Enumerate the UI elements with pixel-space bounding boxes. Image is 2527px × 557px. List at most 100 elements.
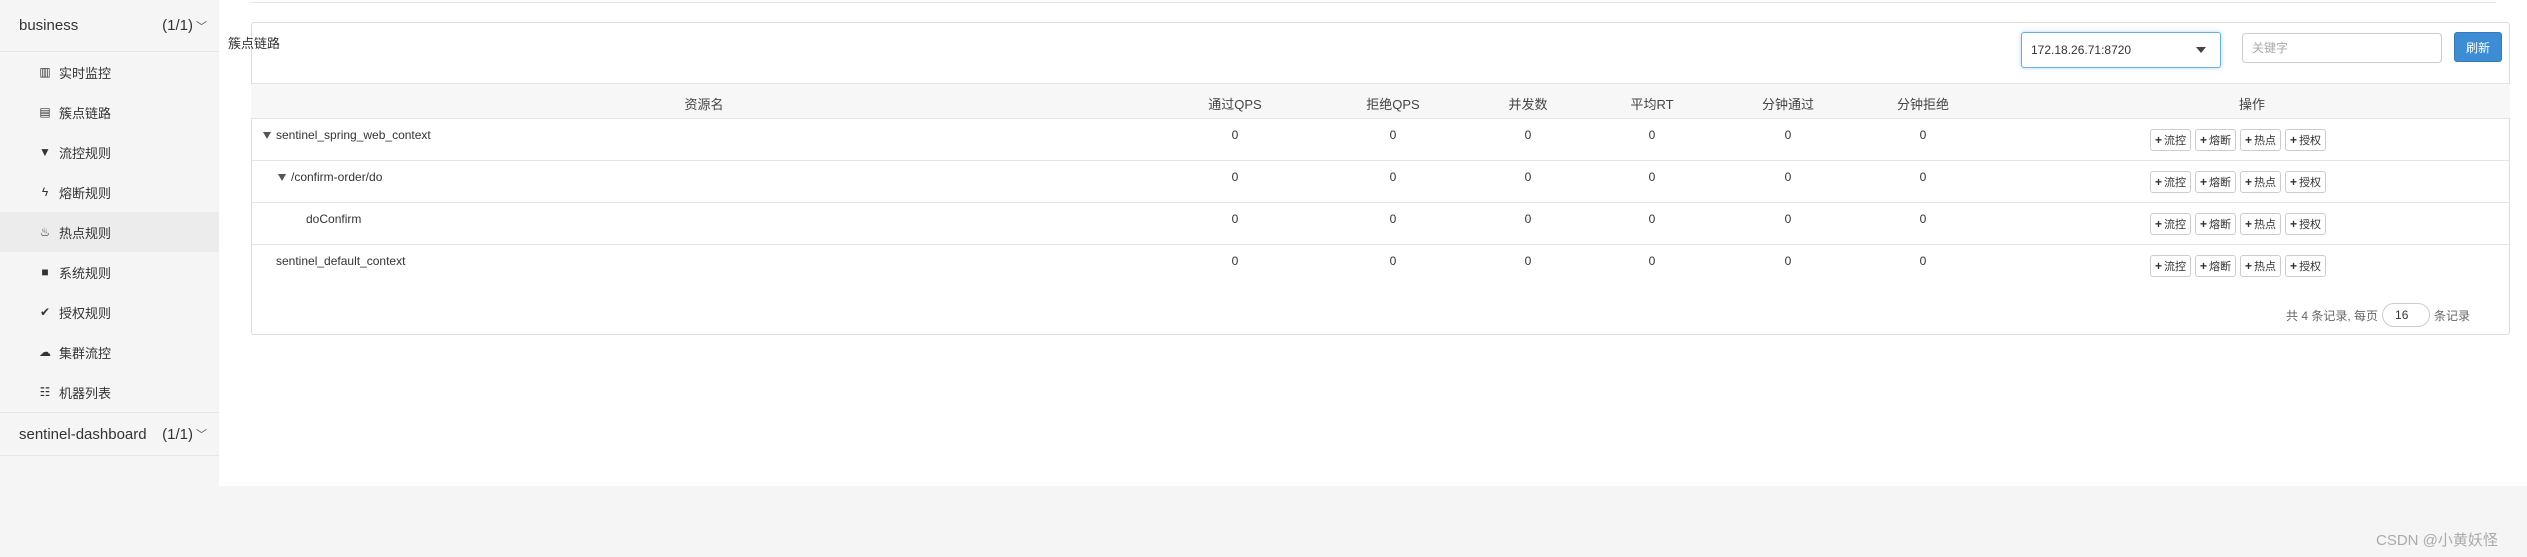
- machine-select[interactable]: 172.18.26.71:8720: [2021, 32, 2221, 68]
- flow-rule-button[interactable]: + 流控: [2150, 255, 2192, 277]
- plus-icon: +: [2200, 133, 2208, 147]
- param-flow-button[interactable]: + 热点: [2240, 213, 2282, 235]
- table-header: 资源名 通过QPS 拒绝QPS 并发数 平均RT 分钟通过 分钟拒绝 操作: [251, 83, 2510, 119]
- sidebar-item-label: 系统规则: [59, 265, 112, 281]
- authority-button[interactable]: + 授权: [2285, 255, 2327, 277]
- authority-button[interactable]: + 授权: [2285, 213, 2327, 235]
- flash-icon: ϟ: [41, 185, 49, 199]
- pager-total: 共 4 条记录, 每页: [2286, 308, 2379, 323]
- pagination: 共 4 条记录, 每页 16 条记录: [2286, 303, 2470, 327]
- degrade-rule-button[interactable]: + 熔断: [2195, 255, 2237, 277]
- authority-button[interactable]: + 授权: [2285, 171, 2327, 193]
- metric-cell: 0: [1784, 170, 1792, 184]
- metric-cell: 0: [1524, 128, 1532, 142]
- resource-name: doConfirm: [306, 212, 362, 226]
- flow-rule-button[interactable]: + 流控: [2150, 129, 2192, 151]
- sidebar-item-7[interactable]: ☁ 集群流控: [0, 332, 219, 372]
- sidebar-item-label: 实时监控: [59, 65, 112, 81]
- op-label: 熔断: [2209, 261, 2232, 273]
- plus-icon: +: [2155, 133, 2163, 147]
- sidebar-item-4[interactable]: ♨ 热点规则: [0, 212, 219, 252]
- resource-name-cell: /confirm-order/do: [278, 170, 382, 184]
- chevron-down-icon: ﹀: [196, 429, 207, 441]
- row-actions: + 流控 + 熔断 + 热点 + 授权: [2150, 129, 2327, 151]
- degrade-rule-button[interactable]: + 熔断: [2195, 129, 2237, 151]
- table-row: sentinel_spring_web_context 0 0 0 0 0 0 + 流控 + 熔断 +…: [251, 119, 2510, 161]
- metric-cell: 0: [1919, 254, 1927, 268]
- chevron-down-icon: ﹀: [196, 20, 207, 33]
- op-label: 热点: [2254, 177, 2277, 189]
- metric-cell: 0: [1648, 170, 1656, 184]
- flow-rule-button[interactable]: + 流控: [2150, 213, 2192, 235]
- app-name: business: [19, 17, 79, 34]
- caret-down-icon: [2196, 47, 2206, 53]
- metric-cell: 0: [1524, 170, 1532, 184]
- flow-rule-button[interactable]: + 流控: [2150, 171, 2192, 193]
- plus-icon: +: [2290, 259, 2298, 273]
- plus-icon: +: [2155, 259, 2163, 273]
- plus-icon: +: [2245, 133, 2253, 147]
- plus-icon: +: [2155, 217, 2163, 231]
- divider: [251, 0, 2496, 3]
- keyword-search-input[interactable]: [2242, 33, 2442, 63]
- expand-toggle-icon[interactable]: [278, 174, 286, 182]
- sidebar-item-2[interactable]: ▼ 流控规则: [0, 132, 219, 172]
- cloud-icon: ☁: [39, 345, 51, 359]
- resource-name: sentinel_spring_web_context: [276, 128, 431, 142]
- page-size-input[interactable]: 16: [2382, 303, 2431, 327]
- expand-toggle-icon[interactable]: [263, 132, 271, 140]
- sidebar-item-6[interactable]: ✔ 授权规则: [0, 292, 219, 332]
- watermark: CSDN @小黄妖怪: [2376, 532, 2498, 549]
- bar-chart-icon: ▥: [39, 65, 51, 79]
- table-row: /confirm-order/do 0 0 0 0 0 0 + 流控 + 熔断 + 热点 + 授权: [251, 161, 2510, 203]
- metric-cell: 0: [1231, 170, 1239, 184]
- metric-cell: 0: [1919, 212, 1927, 226]
- sidebar-item-label: 簇点链路: [59, 105, 112, 121]
- sidebar-item-3[interactable]: ϟ 熔断规则: [0, 172, 219, 212]
- degrade-rule-button[interactable]: + 熔断: [2195, 213, 2237, 235]
- op-label: 流控: [2164, 261, 2187, 273]
- op-label: 热点: [2254, 261, 2277, 273]
- metric-cell: 0: [1231, 254, 1239, 268]
- app-name: sentinel-dashboard: [19, 425, 147, 443]
- op-label: 授权: [2299, 261, 2322, 273]
- sidebar-item-5[interactable]: ■ 系统规则: [0, 252, 219, 292]
- app-item-sentinel-dashboard[interactable]: sentinel-dashboard (1/1) ﹀: [0, 413, 219, 456]
- resource-name: sentinel_default_context: [276, 254, 406, 268]
- col-resource-name: 资源名: [684, 97, 724, 112]
- metric-cell: 0: [1389, 212, 1397, 226]
- metric-cell: 0: [1524, 254, 1532, 268]
- resource-name-cell: sentinel_default_context: [276, 254, 405, 268]
- sidebar-item-label: 授权规则: [59, 305, 112, 321]
- col-avg-rt: 平均RT: [1630, 97, 1674, 112]
- degrade-rule-button[interactable]: + 熔断: [2195, 171, 2237, 193]
- machine-select-value: 172.18.26.71:8720: [2031, 43, 2132, 57]
- param-flow-button[interactable]: + 热点: [2240, 129, 2282, 151]
- param-flow-button[interactable]: + 热点: [2240, 171, 2282, 193]
- app-item-business[interactable]: business (1/1) ﹀: [0, 0, 219, 52]
- col-minute-block: 分钟拒绝: [1896, 97, 1950, 112]
- app-count: (1/1): [162, 17, 193, 34]
- plus-icon: +: [2245, 217, 2253, 231]
- plus-icon: +: [2155, 175, 2163, 189]
- metric-cell: 0: [1648, 128, 1656, 142]
- resource-name-cell: doConfirm: [306, 212, 361, 226]
- sidebar-item-1[interactable]: ▤ 簇点链路: [0, 92, 219, 132]
- authority-button[interactable]: + 授权: [2285, 129, 2327, 151]
- plus-icon: +: [2245, 259, 2253, 273]
- sidebar: business (1/1) ﹀ ▥ 实时监控 ▤ 簇点链路 ▼ 流控规则 ϟ 熔断规则 ♨ 热点…: [0, 0, 219, 557]
- col-operations: 操作: [2238, 97, 2266, 112]
- metric-cell: 0: [1524, 212, 1532, 226]
- param-flow-button[interactable]: + 热点: [2240, 255, 2282, 277]
- app-count: (1/1): [162, 425, 193, 443]
- op-label: 热点: [2254, 135, 2277, 147]
- plus-icon: +: [2200, 217, 2208, 231]
- col-concurrency: 并发数: [1508, 97, 1548, 112]
- refresh-button[interactable]: 刷新: [2454, 32, 2502, 62]
- metric-cell: 0: [1231, 212, 1239, 226]
- plus-icon: +: [2290, 217, 2298, 231]
- col-pass-qps: 通过QPS: [1208, 97, 1262, 112]
- sidebar-item-8[interactable]: ☷ 机器列表: [0, 372, 219, 412]
- plus-icon: +: [2200, 259, 2208, 273]
- sidebar-item-0[interactable]: ▥ 实时监控: [0, 52, 219, 92]
